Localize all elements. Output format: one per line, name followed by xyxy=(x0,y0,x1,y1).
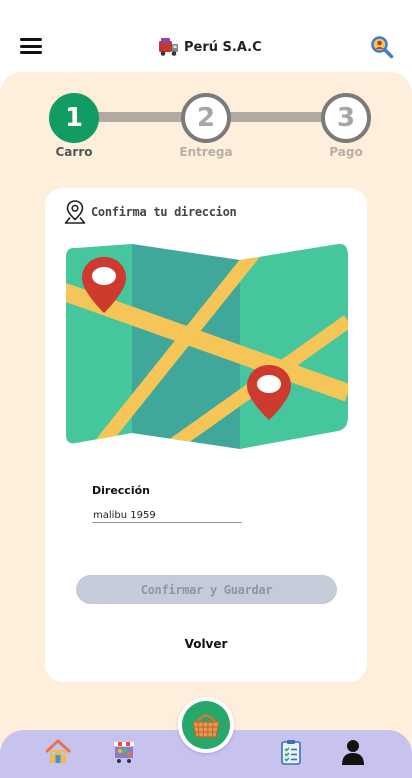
step-2-number: 2 xyxy=(196,103,216,133)
basket-icon xyxy=(192,714,220,738)
step-3-label: Pago xyxy=(329,145,363,159)
step-1-label: Carro xyxy=(55,145,93,159)
confirm-save-button[interactable]: Confirmar y Guardar xyxy=(76,575,337,604)
stepper-line xyxy=(95,112,190,122)
step-2-circle[interactable]: 2 xyxy=(181,93,231,143)
folded-map-illustration xyxy=(66,243,348,449)
stepper-line xyxy=(228,112,326,122)
step-3-circle[interactable]: 3 xyxy=(321,93,371,143)
card-header: Confirma tu direccion xyxy=(63,199,237,225)
brand-name: Perú S.A.C xyxy=(184,39,262,55)
clipboard-list-icon[interactable] xyxy=(277,738,305,766)
brand: Perú S.A.C xyxy=(158,36,262,58)
address-card: Confirma tu direccion Dirección Confir xyxy=(45,188,367,682)
top-bar: Perú S.A.C xyxy=(0,0,412,72)
market-cart-icon[interactable] xyxy=(110,738,138,766)
house-icon[interactable] xyxy=(44,738,72,766)
address-label: Dirección xyxy=(92,484,150,497)
address-input[interactable] xyxy=(92,510,242,523)
search-icon[interactable] xyxy=(370,35,394,59)
user-icon[interactable] xyxy=(339,738,367,766)
delivery-truck-icon xyxy=(159,38,178,56)
hamburger-icon[interactable] xyxy=(20,38,42,54)
basket-button[interactable] xyxy=(178,697,234,753)
location-pin-icon xyxy=(64,200,86,224)
card-title: Confirma tu direccion xyxy=(91,205,237,219)
step-1-number: 1 xyxy=(64,103,84,133)
step-1-circle[interactable]: 1 xyxy=(49,93,99,143)
address-field: Dirección xyxy=(92,484,242,523)
step-3-number: 3 xyxy=(336,103,356,133)
back-link[interactable]: Volver xyxy=(45,637,367,651)
step-2-label: Entrega xyxy=(179,145,233,159)
